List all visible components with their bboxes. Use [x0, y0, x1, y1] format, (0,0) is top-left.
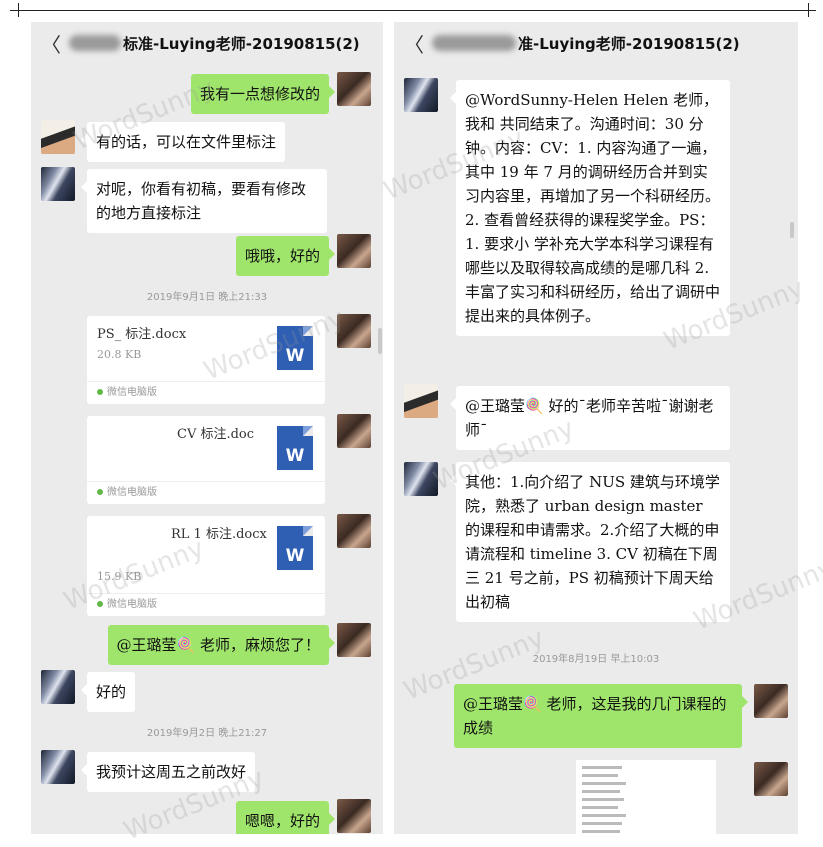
message-bubble: @WordSunny-Helen Helen 老师，我和 共同结束了。沟通时间：…	[450, 80, 730, 336]
avatar[interactable]	[41, 167, 75, 201]
file-name: RL 1 标注.docx	[171, 527, 267, 542]
file-size: 15.9 KB	[97, 570, 142, 583]
message-bubble: 对呢，你看有初稿，要看有修改的地方直接标注	[81, 169, 327, 233]
chat-header: 〈 准-Luying老师-20190815(2)	[394, 22, 798, 64]
image-text-line	[582, 782, 626, 785]
file-message[interactable]: RL 1 标注.docx 15.9 KB W 微信电脑版	[87, 516, 325, 616]
avatar[interactable]	[41, 120, 75, 154]
message-bubble: 有的话，可以在文件里标注	[80, 122, 286, 162]
image-text-line	[582, 798, 624, 801]
frame-top-line	[10, 10, 816, 11]
frame-tick-left	[18, 3, 19, 17]
avatar[interactable]	[404, 462, 438, 496]
file-source: 微信电脑版	[87, 381, 325, 404]
message-bubble: 其他：1.向介绍了 NUS 建筑与环境学院，熟悉了 urban design m…	[450, 462, 730, 622]
avatar[interactable]	[754, 684, 788, 718]
chat-panel-left: 〈 标准-Luying老师-20190815(2) 我有一点想修改的 有的话，可…	[31, 22, 383, 834]
avatar[interactable]	[404, 78, 438, 112]
chat-header: 〈 标准-Luying老师-20190815(2)	[31, 22, 383, 64]
file-name: PS_ 标注.docx	[97, 327, 187, 342]
chevron-left-icon[interactable]: 〈	[41, 29, 61, 58]
avatar[interactable]	[337, 799, 371, 833]
avatar[interactable]	[337, 314, 371, 348]
avatar[interactable]	[337, 623, 371, 657]
message-bubble: 好的	[80, 672, 136, 712]
wechat-icon	[97, 601, 103, 607]
message-bubble: 哦哦，好的	[235, 236, 336, 276]
file-message[interactable]: CV 标注.doc W 微信电脑版	[87, 416, 325, 504]
image-text-line	[582, 774, 618, 777]
word-doc-icon: W	[277, 526, 313, 570]
avatar[interactable]	[337, 514, 371, 548]
timestamp: 2019年8月19日 早上10:03	[532, 654, 660, 665]
redacted-name	[69, 35, 121, 51]
message-bubble: @王璐莹🍭 好的ˉ老师辛苦啦ˉ谢谢老师ˉ	[450, 386, 730, 450]
message-bubble: 我有一点想修改的	[190, 74, 336, 114]
scrollbar[interactable]	[378, 328, 382, 354]
timestamp: 2019年9月1日 晚上21:33	[146, 292, 268, 303]
chat-panel-right: 〈 准-Luying老师-20190815(2) @WordSunny-Hele…	[394, 22, 798, 834]
file-message[interactable]: PS_ 标注.docx 20.8 KB W 微信电脑版	[87, 316, 325, 404]
image-text-line	[582, 830, 620, 833]
file-source-label: 微信电脑版	[107, 387, 157, 398]
message-bubble: @王璐莹🍭 老师，麻烦您了！	[107, 625, 336, 665]
redacted-name	[432, 35, 516, 51]
word-doc-icon: W	[277, 426, 313, 470]
avatar[interactable]	[41, 670, 75, 704]
avatar[interactable]	[754, 762, 788, 796]
image-text-line	[582, 814, 626, 817]
scrollbar[interactable]	[790, 222, 794, 238]
image-text-line	[582, 822, 622, 825]
avatar[interactable]	[41, 750, 75, 784]
chevron-left-icon[interactable]: 〈	[404, 29, 424, 58]
avatar[interactable]	[337, 72, 371, 106]
word-doc-icon: W	[277, 326, 313, 370]
message-bubble: 我预计这周五之前改好	[80, 752, 256, 792]
avatar[interactable]	[404, 384, 438, 418]
file-size: 20.8 KB	[97, 348, 142, 361]
file-source: 微信电脑版	[87, 481, 325, 504]
file-source-label: 微信电脑版	[107, 599, 157, 610]
image-message[interactable]	[576, 760, 716, 834]
file-source-label: 微信电脑版	[107, 487, 157, 498]
image-text-line	[582, 790, 620, 793]
image-text-line	[582, 766, 622, 769]
message-bubble: 嗯嗯，好的	[235, 801, 336, 834]
avatar[interactable]	[337, 234, 371, 268]
image-text-line	[582, 806, 618, 809]
frame-tick-right	[808, 3, 809, 17]
wechat-icon	[97, 489, 103, 495]
chat-title: 准-Luying老师-20190815(2)	[518, 34, 740, 53]
timestamp: 2019年9月2日 晚上21:27	[146, 728, 268, 739]
message-bubble: @王璐莹🍭 老师，这是我的几门课程的成绩	[454, 684, 748, 748]
file-source: 微信电脑版	[87, 593, 325, 616]
wechat-icon	[97, 389, 103, 395]
chat-title: 标准-Luying老师-20190815(2)	[123, 34, 360, 53]
